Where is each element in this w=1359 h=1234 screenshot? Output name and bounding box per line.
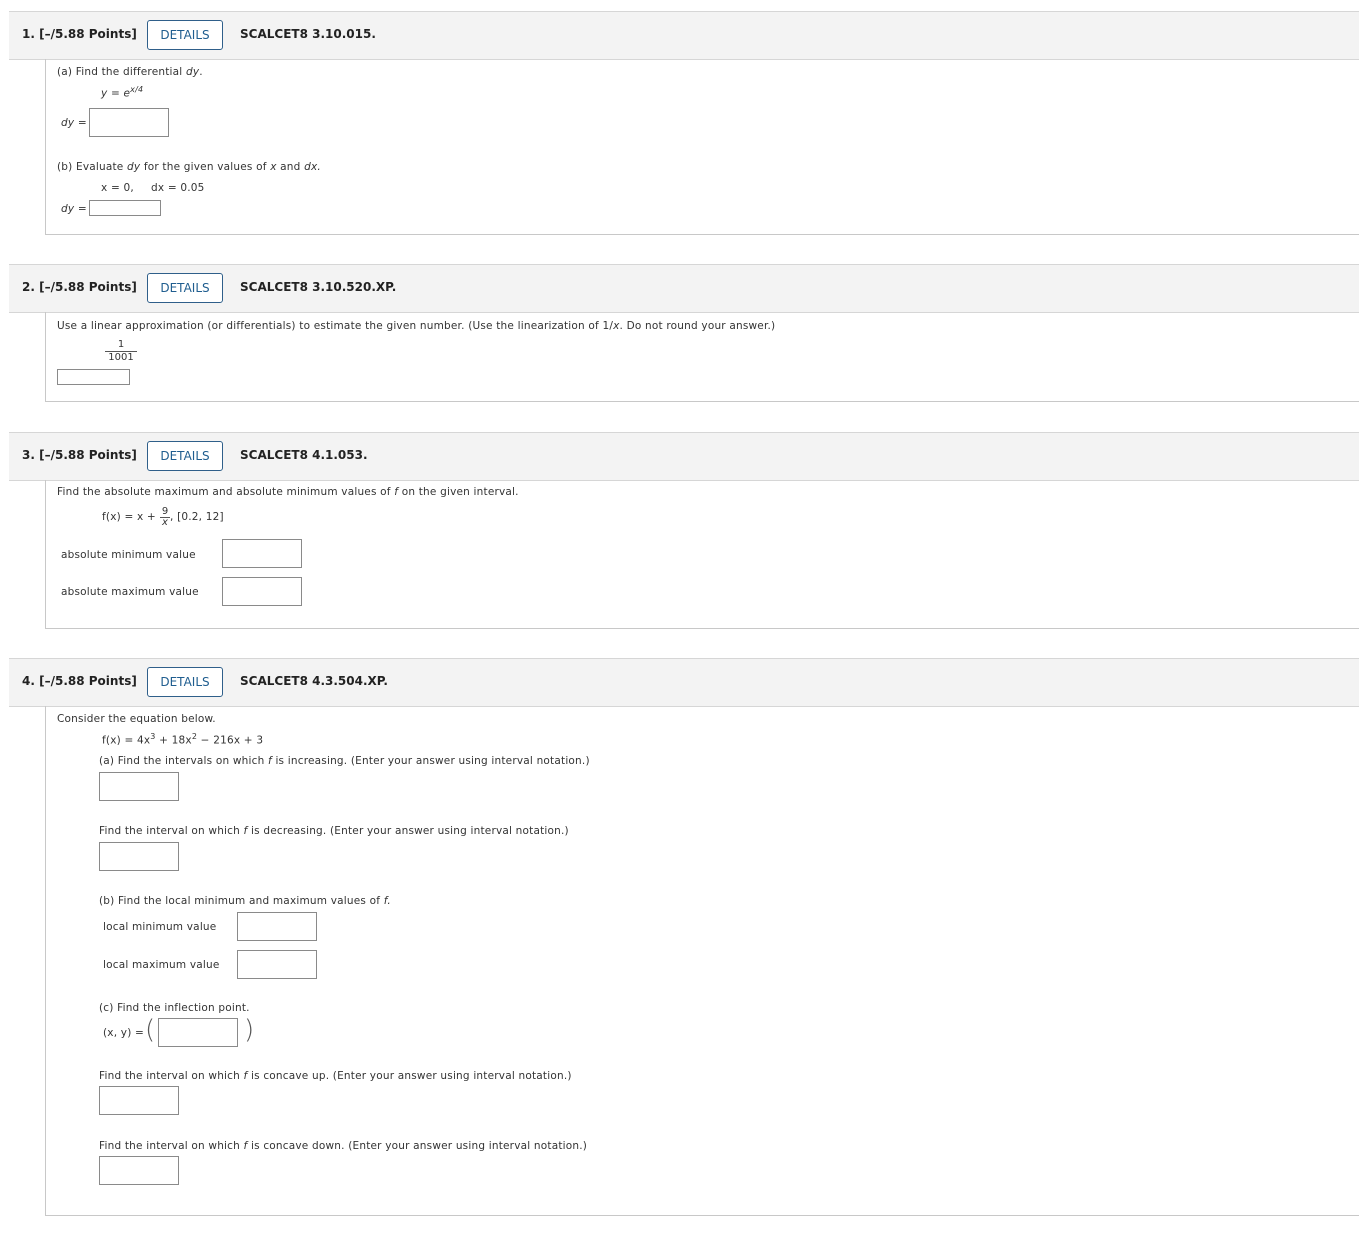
question-body: Use a linear approximation (or different… [45, 312, 1359, 402]
question-1: 1. [–/5.88 Points] DETAILS SCALCET8 3.10… [9, 11, 1359, 236]
details-button[interactable]: DETAILS [147, 273, 223, 303]
question-code: SCALCET8 4.3.504.XP. [240, 674, 388, 688]
question-code: SCALCET8 3.10.520.XP. [240, 280, 397, 294]
question-prompt: Use a linear approximation (or different… [57, 320, 776, 332]
local-min-input[interactable] [237, 912, 317, 941]
abs-min-label: absolute minimum value [61, 549, 196, 561]
xy-label: (x, y) = [103, 1027, 145, 1039]
part-c-prompt: (c) Find the inflection point. [99, 1002, 250, 1014]
decreasing-input[interactable] [99, 842, 179, 871]
question-header: 1. [–/5.88 Points] DETAILS SCALCET8 3.10… [9, 11, 1359, 60]
interval: , [0.2, 12] [170, 511, 224, 523]
dy-value-input[interactable] [89, 200, 161, 216]
details-button[interactable]: DETAILS [147, 20, 223, 50]
question-header: 4. [–/5.88 Points] DETAILS SCALCET8 4.3.… [9, 658, 1359, 707]
estimate-input[interactable] [57, 369, 130, 385]
dy-label-b: dy = [61, 203, 87, 215]
open-paren: ( [145, 1015, 156, 1045]
close-paren: ) [244, 1015, 255, 1045]
part-a-prompt: (a) Find the intervals on which f is inc… [99, 755, 590, 767]
increasing-input[interactable] [99, 772, 179, 801]
question-body: Consider the equation below. f(x) = 4x3 … [45, 706, 1359, 1216]
inflection-point-input[interactable] [158, 1018, 238, 1047]
given-dx: dx = 0.05 [151, 182, 205, 194]
question-points: 4. [–/5.88 Points] [22, 674, 137, 688]
function-equation: f(x) = x + [102, 511, 156, 523]
function-equation: f(x) = 4x3 + 18x2 − 216x + 3 [102, 732, 264, 747]
question-2: 2. [–/5.88 Points] DETAILS SCALCET8 3.10… [9, 264, 1359, 404]
question-body: Find the absolute maximum and absolute m… [45, 480, 1359, 629]
question-body: (a) Find the differential dy. y = ex/4 d… [45, 59, 1359, 235]
question-header: 2. [–/5.88 Points] DETAILS SCALCET8 3.10… [9, 264, 1359, 313]
question-code: SCALCET8 3.10.015. [240, 27, 376, 41]
question-code: SCALCET8 4.1.053. [240, 448, 368, 462]
fraction-numerator: 1 [117, 339, 125, 350]
question-points: 3. [–/5.88 Points] [22, 448, 137, 462]
question-4: 4. [–/5.88 Points] DETAILS SCALCET8 4.3.… [9, 658, 1359, 1218]
fraction-numerator: 9 [161, 506, 169, 517]
dy-label: dy = [61, 117, 87, 129]
question-prompt: Find the absolute maximum and absolute m… [57, 486, 519, 498]
concave-up-prompt: Find the interval on which f is concave … [99, 1070, 572, 1082]
decreasing-prompt: Find the interval on which f is decreasi… [99, 825, 569, 837]
question-points: 2. [–/5.88 Points] [22, 280, 137, 294]
fraction-denominator: 1001 [108, 352, 134, 363]
fraction: 9 x [160, 506, 170, 528]
question-points: 1. [–/5.88 Points] [22, 27, 137, 41]
question-3: 3. [–/5.88 Points] DETAILS SCALCET8 4.1.… [9, 432, 1359, 630]
concave-up-input[interactable] [99, 1086, 179, 1115]
dy-input[interactable] [89, 108, 169, 137]
function-equation: y = ex/4 [101, 85, 144, 100]
details-button[interactable]: DETAILS [147, 441, 223, 471]
part-b-prompt: (b) Find the local minimum and maximum v… [99, 895, 391, 907]
abs-min-input[interactable] [222, 539, 302, 568]
concave-down-prompt: Find the interval on which f is concave … [99, 1140, 588, 1152]
local-max-input[interactable] [237, 950, 317, 979]
given-x: x = 0, [101, 182, 134, 194]
fraction-denominator: x [162, 517, 168, 528]
part-a-prompt: (a) Find the differential dy. [57, 66, 203, 78]
abs-max-label: absolute maximum value [61, 586, 199, 598]
details-button[interactable]: DETAILS [147, 667, 223, 697]
part-b-prompt: (b) Evaluate dy for the given values of … [57, 161, 321, 173]
concave-down-input[interactable] [99, 1156, 179, 1185]
fraction: 1 1001 [104, 339, 138, 364]
question-header: 3. [–/5.88 Points] DETAILS SCALCET8 4.1.… [9, 432, 1359, 481]
local-min-label: local minimum value [103, 921, 217, 933]
abs-max-input[interactable] [222, 577, 302, 606]
local-max-label: local maximum value [103, 959, 220, 971]
question-intro: Consider the equation below. [57, 713, 216, 725]
